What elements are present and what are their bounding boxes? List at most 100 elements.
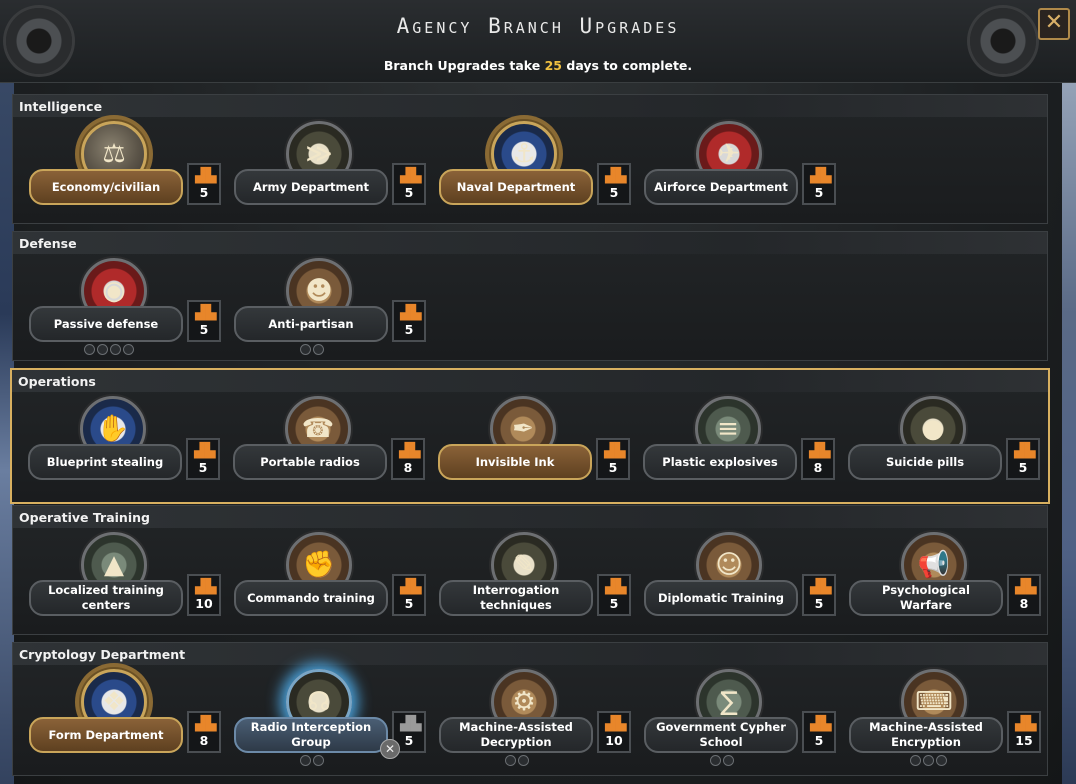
cost-box: ▟▙ 5 [392, 574, 426, 616]
upgrade-card[interactable]: ≫ Army Department ▟▙ 5 [234, 119, 430, 219]
factory-icon: ▟▙ [605, 579, 627, 595]
cost-value: 8 [403, 460, 413, 475]
upgrade-card[interactable]: ☊ Radio Interception Group ▟▙ 5 ✕ [234, 667, 430, 767]
cost-value: 5 [198, 460, 208, 475]
factory-icon: ▟▙ [810, 168, 832, 184]
upgrade-button[interactable]: Blueprint stealing [28, 444, 182, 480]
cost-box: ▟▙ 5 [392, 300, 426, 342]
upgrade-card[interactable]: ⚖ Economy/civilian ▟▙ 5 [29, 119, 225, 219]
cost-box: ▟▙ 10 [187, 574, 221, 616]
progress-dot [710, 755, 721, 766]
progress-dot [313, 344, 324, 355]
upgrade-card[interactable]: ≡ Plastic explosives ▟▙ 8 [643, 394, 839, 494]
upgrade-card[interactable]: ⚙ Machine-Assisted Decryption ▟▙ 10 [439, 667, 635, 767]
upgrade-card[interactable]: ⚓ Naval Department ▟▙ 5 [439, 119, 635, 219]
cost-box: ▟▙ 5 [187, 163, 221, 205]
section-header: Intelligence [13, 95, 1047, 117]
upgrade-card[interactable]: ∑ Government Cypher School ▟▙ 5 [644, 667, 840, 767]
map-background-right [1062, 0, 1076, 784]
upgrade-button[interactable]: Radio Interception Group [234, 717, 388, 753]
window-title: Agency Branch Upgrades [396, 14, 680, 38]
upgrade-button[interactable]: Airforce Department [644, 169, 798, 205]
upgrade-button[interactable]: Machine-Assisted Decryption [439, 717, 593, 753]
factory-icon: ▟▙ [195, 716, 217, 732]
upgrade-button[interactable]: Naval Department [439, 169, 593, 205]
subtitle-prefix: Branch Upgrades take [383, 58, 541, 73]
upgrade-button[interactable]: Suicide pills [848, 444, 1002, 480]
cost-value: 15 [1015, 733, 1033, 748]
upgrade-card[interactable]: 📢 Psychological Warfare ▟▙ 8 [849, 530, 1045, 630]
factory-icon: ▟▙ [1014, 443, 1036, 459]
progress-dot [922, 755, 934, 766]
upgrade-button[interactable]: Government Cypher School [644, 717, 798, 753]
factory-icon: ▟▙ [399, 443, 421, 459]
factory-icon: ▟▙ [605, 168, 627, 184]
upgrade-card[interactable]: ◉ Passive defense ▟▙ 5 [29, 256, 225, 356]
cost-value: 10 [605, 733, 623, 748]
cost-value: 5 [608, 460, 618, 475]
section-title: Defense [19, 236, 77, 251]
cost-box: ▟▙ 8 [187, 711, 221, 753]
cost-value: 5 [814, 733, 824, 748]
upgrade-button[interactable]: Psychological Warfare [849, 580, 1003, 616]
upgrade-button[interactable]: Machine-Assisted Encryption [849, 717, 1003, 753]
upgrade-button[interactable]: Portable radios [233, 444, 387, 480]
upgrade-button[interactable]: Economy/civilian [29, 169, 183, 205]
cost-box: ▟▙ 15 [1007, 711, 1041, 753]
section-title: Operations [18, 374, 96, 389]
cost-box: ▟▙ 8 [801, 438, 835, 480]
progress-dots [300, 755, 324, 766]
upgrade-button[interactable]: Passive defense [29, 306, 183, 342]
progress-dots [300, 344, 324, 355]
upgrade-button[interactable]: Interrogation techniques [439, 580, 593, 616]
close-button[interactable]: ✕ [1038, 8, 1070, 40]
cost-value: 5 [814, 185, 824, 200]
section-title: Operative Training [19, 510, 150, 525]
cost-box: ▟▙ 10 [597, 711, 631, 753]
cancel-icon[interactable]: ✕ [380, 739, 400, 759]
progress-dot [505, 755, 516, 766]
upgrade-card[interactable]: ❖ Form Department ▟▙ 8 [29, 667, 225, 767]
upgrade-card[interactable]: ✊ Commando training ▟▙ 5 [234, 530, 430, 630]
upgrade-button[interactable]: Commando training [234, 580, 388, 616]
section-title: Cryptology Department [19, 647, 186, 662]
upgrade-card[interactable]: ✈ Airforce Department ▟▙ 5 [644, 119, 840, 219]
upgrade-button[interactable]: Form Department [29, 717, 183, 753]
upgrade-button[interactable]: Anti-partisan [234, 306, 388, 342]
upgrade-card[interactable]: ● Suicide pills ▟▙ 5 [848, 394, 1044, 494]
cost-value: 5 [199, 322, 209, 337]
progress-dot [110, 344, 121, 355]
progress-dot [300, 344, 311, 355]
upgrade-card[interactable]: ☻ Anti-partisan ▟▙ 5 [234, 256, 430, 356]
upgrade-card[interactable]: ✒ Invisible Ink ▟▙ 5 [438, 394, 634, 494]
upgrade-card[interactable]: ⌨ Machine-Assisted Encryption ▟▙ 15 [849, 667, 1045, 767]
section-intelligence: Intelligence ⚖ Economy/civilian ▟▙ 5 ≫ Army De… [12, 94, 1048, 224]
factory-icon: ▟▙ [810, 579, 832, 595]
cost-value: 5 [404, 596, 414, 611]
upgrade-button[interactable]: Army Department [234, 169, 388, 205]
upgrade-button[interactable]: Localized training centers [29, 580, 183, 616]
cost-box: ▟▙ 5 [187, 300, 221, 342]
cost-box: ▟▙ 5 [1006, 438, 1040, 480]
progress-dots [710, 755, 734, 766]
factory-icon: ▟▙ [1015, 716, 1037, 732]
section-operations: Operations ✋ Blueprint stealing ▟▙ 5 ☎ Portabl… [10, 368, 1050, 504]
cost-value: 8 [813, 460, 823, 475]
section-cryptology-department: Cryptology Department ❖ Form Department ▟▙ 8… [12, 642, 1048, 776]
progress-dots [909, 755, 947, 766]
upgrade-card[interactable]: ☎ Portable radios ▟▙ 8 [233, 394, 429, 494]
title-bar: Agency Branch Upgrades Branch Upgrades t… [0, 0, 1076, 83]
upgrade-card[interactable]: ✋ Blueprint stealing ▟▙ 5 [28, 394, 224, 494]
section-header: Defense [13, 232, 1047, 254]
upgrade-card[interactable]: ✎ Interrogation techniques ▟▙ 5 [439, 530, 635, 630]
progress-dot [909, 755, 921, 766]
progress-dot [935, 755, 947, 766]
agency-upgrades-window: Agency Branch Upgrades Branch Upgrades t… [0, 0, 1076, 784]
cost-value: 5 [404, 322, 414, 337]
cost-box: ▟▙ 5 [186, 438, 220, 480]
upgrade-button[interactable]: Diplomatic Training [644, 580, 798, 616]
upgrade-card[interactable]: ▲ Localized training centers ▟▙ 10 [29, 530, 225, 630]
upgrade-button[interactable]: Plastic explosives [643, 444, 797, 480]
upgrade-button[interactable]: Invisible Ink [438, 444, 592, 480]
upgrade-card[interactable]: ☺ Diplomatic Training ▟▙ 5 [644, 530, 840, 630]
